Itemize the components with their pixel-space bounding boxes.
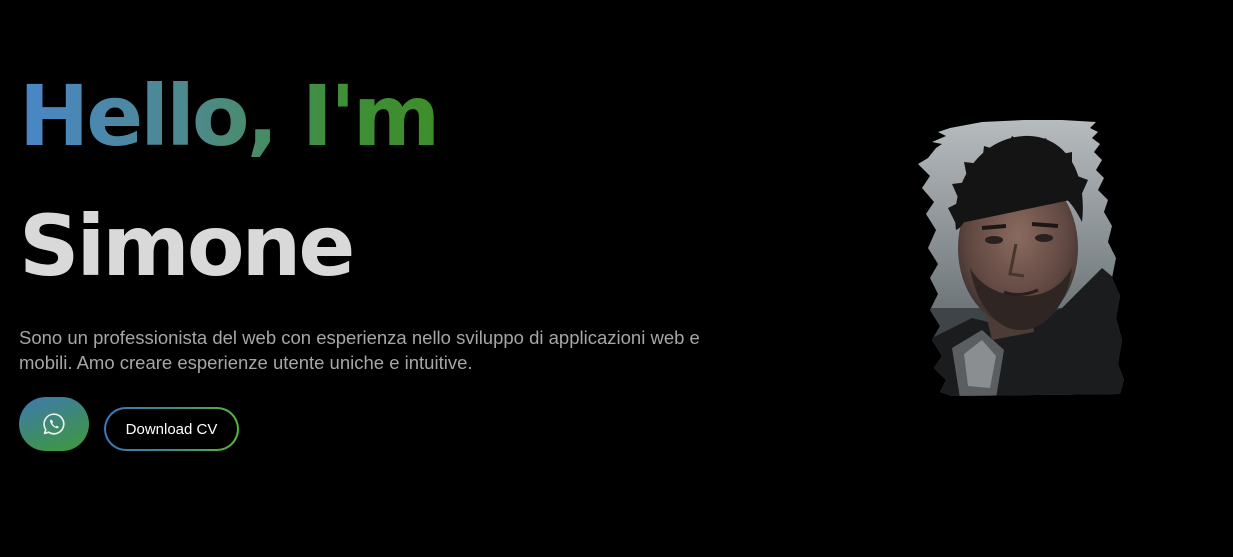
download-cv-label: Download CV: [106, 409, 237, 449]
portrait-image: [912, 118, 1126, 398]
hero-greeting: Hello, I'm: [19, 64, 440, 168]
hero-section: Hello, I'm Simone Sono un professionista…: [0, 0, 1233, 557]
whatsapp-icon: [41, 411, 67, 437]
hero-intro: Sono un professionista del web con esper…: [19, 327, 700, 373]
hero-name: Simone: [19, 197, 355, 295]
whatsapp-button[interactable]: [19, 397, 89, 451]
download-cv-button[interactable]: Download CV: [104, 407, 239, 451]
